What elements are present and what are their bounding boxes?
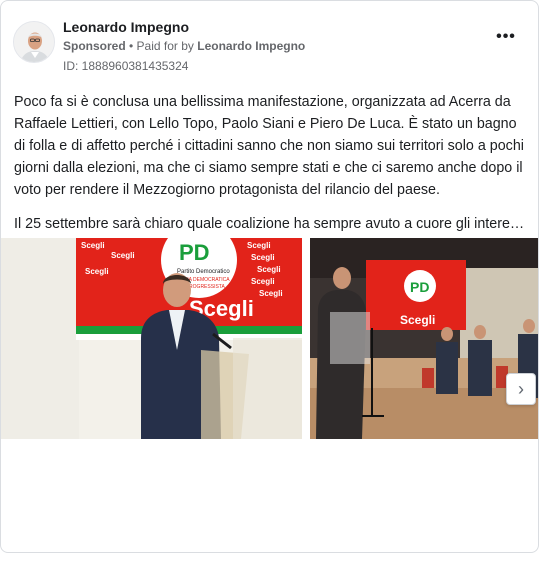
ad-card: Leonardo Impegno Sponsored • Paid for by… — [0, 0, 539, 553]
rally-photo-speaker: Scegli Scegli Scegli Scegli Scegli Scegl… — [1, 238, 302, 439]
repeat-text: Scegli — [251, 253, 275, 262]
banner-big-text: Scegli — [400, 313, 435, 327]
post-paragraph: Poco fa si è conclusa una bellissima man… — [14, 94, 524, 198]
repeat-text: Scegli — [85, 267, 109, 276]
separator-dot: • — [125, 39, 137, 53]
repeat-text: Scegli — [111, 251, 135, 260]
banner-line: Partito Democratico — [177, 269, 230, 275]
repeat-text: Scegli — [259, 289, 283, 298]
more-options-button[interactable]: ••• — [496, 28, 516, 47]
sponsored-label: Sponsored — [63, 39, 126, 53]
more-horizontal-icon: ••• — [496, 28, 516, 45]
rally-photo-stage: PD Scegli — [310, 238, 538, 439]
avatar-portrait — [14, 22, 54, 62]
sponsorship-line: Sponsored • Paid for by Leonardo Impegno — [63, 38, 305, 54]
advertiser-name[interactable]: Leonardo Impegno — [63, 19, 305, 35]
post-paragraph-truncated: Il 25 settembre sarà chiaro quale coaliz… — [14, 216, 528, 232]
post-body: Poco fa si è conclusa una bellissima man… — [14, 91, 528, 235]
carousel-slide-1[interactable]: Scegli Scegli Scegli Scegli Scegli Scegl… — [1, 238, 302, 439]
repeat-text: Scegli — [247, 241, 271, 250]
advertiser-meta: Leonardo Impegno Sponsored • Paid for by… — [63, 19, 305, 74]
advertiser-avatar[interactable] — [13, 21, 55, 63]
carousel-next-button[interactable]: › — [506, 373, 536, 405]
repeat-text: Scegli — [257, 265, 281, 274]
image-carousel: Scegli Scegli Scegli Scegli Scegli Scegl… — [1, 238, 538, 439]
ad-id: ID: 1888960381435324 — [63, 59, 189, 73]
ad-header: Leonardo Impegno Sponsored • Paid for by… — [13, 19, 526, 73]
repeat-text: Scegli — [81, 241, 105, 250]
pd-logo-text: PD — [410, 279, 429, 295]
paid-for-prefix: Paid for by — [136, 39, 198, 53]
repeat-text: Scegli — [251, 277, 275, 286]
carousel-slide-2[interactable]: PD Scegli — [310, 238, 538, 439]
paid-for-name: Leonardo Impegno — [197, 39, 306, 53]
pd-logo-text: PD — [179, 240, 210, 265]
chevron-right-icon: › — [518, 379, 524, 399]
